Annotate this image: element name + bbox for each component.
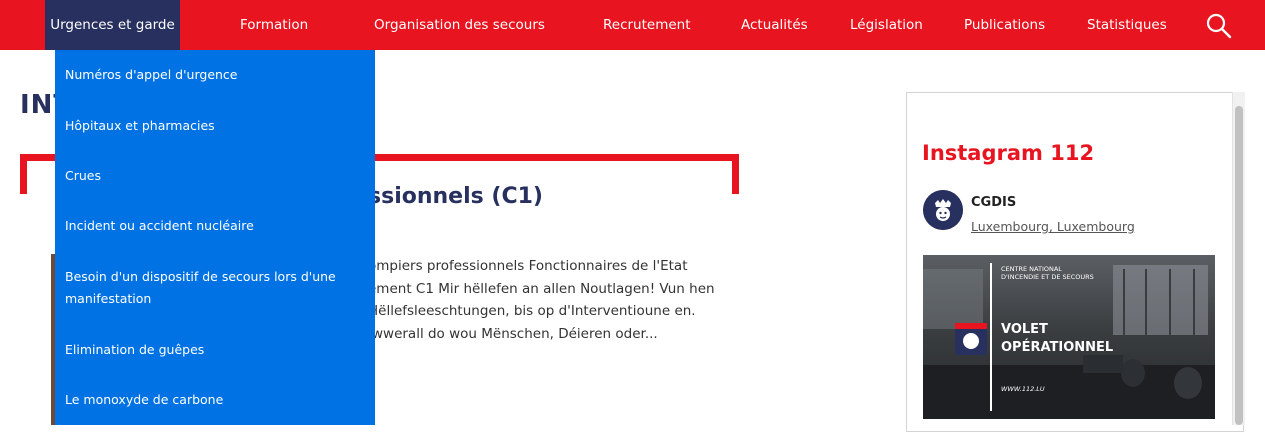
article-excerpt: ompiers professionnels Fonctionnaires de… (368, 258, 715, 342)
nav-item-urgences[interactable]: Urgences et garde (45, 0, 180, 50)
dropdown-item-numeros[interactable]: Numéros d'appel d'urgence (65, 64, 355, 86)
article-title[interactable]: ssionnels (C1) (368, 184, 543, 209)
nav-item-organisation[interactable]: Organisation des secours (374, 0, 545, 50)
dropdown-item-hopitaux[interactable]: Hôpitaux et pharmacies (65, 115, 355, 137)
dropdown-item-dispositif[interactable]: Besoin d'un dispositif de secours lors d… (65, 266, 355, 310)
avatar[interactable] (923, 190, 963, 230)
nav-item-legislation[interactable]: Législation (850, 0, 923, 50)
account-name[interactable]: CGDIS (971, 195, 1016, 210)
account-location-link[interactable]: Luxembourg, Luxembourg (971, 219, 1135, 234)
nav-item-publications[interactable]: Publications (964, 0, 1045, 50)
dropdown-item-nucleaire[interactable]: Incident ou accident nucléaire (65, 215, 355, 237)
instagram-post[interactable]: CENTRE NATIONAL D'INCENDIE ET DE SECOURS… (923, 255, 1215, 419)
post-org-name: CENTRE NATIONAL D'INCENDIE ET DE SECOURS (1001, 265, 1094, 281)
nav-item-actualites[interactable]: Actualités (741, 0, 808, 50)
dropdown-item-monoxyde[interactable]: Le monoxyde de carbone (65, 389, 355, 411)
lion-logo-icon (923, 190, 963, 230)
scrollbar-thumb[interactable] (1235, 106, 1243, 425)
main-navigation: Urgences et garde Formation Organisation… (0, 0, 1265, 50)
nav-item-formation[interactable]: Formation (240, 0, 308, 50)
search-icon[interactable] (1205, 12, 1233, 40)
dropdown-item-crues[interactable]: Crues (65, 165, 355, 187)
post-url: WWW.112.LU (1001, 385, 1045, 393)
post-headline: VOLET OPÉRATIONNEL (1001, 322, 1114, 355)
widget-scrollbar[interactable] (1232, 92, 1245, 425)
nav-item-statistiques[interactable]: Statistiques (1087, 0, 1167, 50)
instagram-title: Instagram 112 (922, 141, 1095, 165)
instagram-widget: Instagram 112 CGDIS Luxembourg, Luxembou… (906, 92, 1244, 432)
dropdown-item-guepes[interactable]: Elimination de guêpes (65, 339, 355, 361)
urgences-dropdown-menu: Numéros d'appel d'urgence Hôpitaux et ph… (55, 50, 375, 425)
nav-item-recrutement[interactable]: Recrutement (603, 0, 691, 50)
